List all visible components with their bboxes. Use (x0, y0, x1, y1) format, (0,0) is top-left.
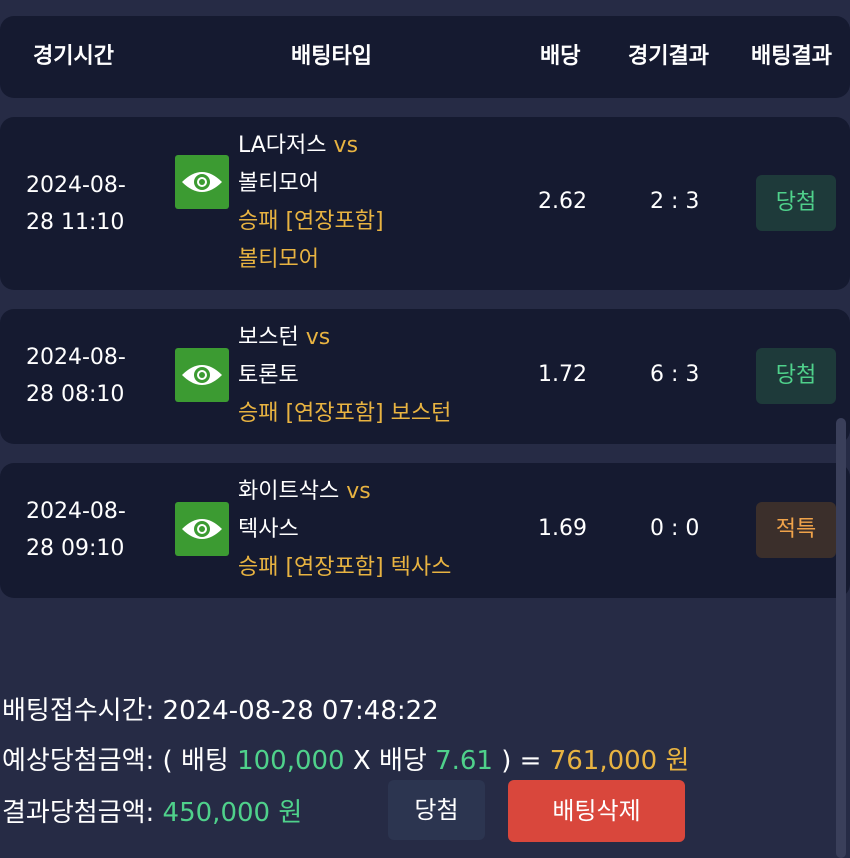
bet-row: 2024-08- 28 11:10 LA다저스 vs 볼티모어 승패 [연장포함… (0, 117, 850, 290)
open-paren: ( (162, 746, 173, 776)
status-badge: 당첨 (756, 175, 836, 231)
result-winnings-value: 450,000 원 (162, 798, 303, 828)
eye-icon (182, 519, 222, 539)
vs-label: vs (346, 479, 371, 504)
status-badge: 당첨 (756, 348, 836, 404)
bet-row: 2024-08- 28 08:10 보스턴 vs 토론토 승패 [연장포함] 보… (0, 309, 850, 444)
game-clock: 28 08:10 (26, 382, 125, 407)
away-team: 토론토 (238, 363, 299, 388)
view-detail-button[interactable] (175, 502, 229, 556)
odds-value: 1.69 (538, 516, 587, 541)
expected-winnings-line: 예상당첨금액: ( 배팅 100,000 X 배당 7.61 ) = 761,0… (2, 740, 689, 777)
status-badge: 적특 (756, 502, 836, 558)
header-odds: 배당 (540, 44, 581, 69)
bet-pick: 승패 [연장포함] 보스턴 (238, 401, 452, 426)
header-bet-type: 배팅타입 (291, 44, 372, 69)
expected-winnings-value: 761,000 원 (549, 746, 690, 776)
home-team: LA다저스 (238, 133, 327, 158)
game-date: 2024-08- (26, 173, 126, 198)
game-time: 2024-08- 28 08:10 (26, 339, 156, 413)
game-time: 2024-08- 28 11:10 (26, 167, 156, 241)
expected-winnings-label: 예상당첨금액: (2, 746, 155, 776)
bet-pick: 승패 [연장포함] (238, 209, 384, 234)
bet-details: 화이트삭스 vs 텍사스 승패 [연장포함] 텍사스 (238, 473, 451, 587)
away-team: 텍사스 (238, 517, 299, 542)
odds-value: 1.72 (538, 362, 587, 387)
home-team: 화이트삭스 (238, 479, 340, 504)
bet-amount-label: 배팅 (180, 746, 229, 776)
received-time-value: 2024-08-28 07:48:22 (162, 696, 439, 726)
result-winnings-line: 결과당첨금액: 450,000 원 (2, 792, 302, 829)
game-score: 2 : 3 (650, 189, 700, 214)
bet-pick: 승패 [연장포함] 텍사스 (238, 555, 452, 580)
game-score: 0 : 0 (650, 516, 700, 541)
bet-details: 보스턴 vs 토론토 승패 [연장포함] 보스턴 (238, 319, 451, 433)
table-header: 경기시간 배팅타입 배당 경기결과 배팅결과 (0, 16, 850, 98)
result-winnings-label: 결과당첨금액: (2, 798, 155, 828)
header-time: 경기시간 (33, 44, 114, 69)
delete-bet-button[interactable]: 배팅삭제 (508, 780, 685, 842)
view-detail-button[interactable] (175, 348, 229, 402)
eye-icon (182, 172, 222, 192)
total-odds-label: 배당 (378, 746, 427, 776)
header-game-result: 경기결과 (628, 44, 709, 69)
bet-amount-value: 100,000 (237, 746, 345, 776)
equals-sign: ) = (501, 746, 542, 776)
odds-value: 2.62 (538, 189, 587, 214)
eye-icon (182, 365, 222, 385)
bet-pick-team: 볼티모어 (238, 247, 319, 272)
game-clock: 28 11:10 (26, 210, 125, 235)
bet-details: LA다저스 vs 볼티모어 승패 [연장포함] 볼티모어 (238, 127, 384, 279)
game-score: 6 : 3 (650, 362, 700, 387)
vs-label: vs (333, 133, 359, 158)
game-clock: 28 09:10 (26, 536, 125, 561)
away-team: 볼티모어 (238, 171, 319, 196)
home-team: 보스턴 (238, 325, 299, 350)
bet-row: 2024-08- 28 09:10 화이트삭스 vs 텍사스 승패 [연장포함]… (0, 463, 850, 598)
game-date: 2024-08- (26, 345, 126, 370)
total-odds-value: 7.61 (435, 746, 493, 776)
received-time-line: 배팅접수시간: 2024-08-28 07:48:22 (2, 690, 439, 727)
received-time-label: 배팅접수시간: (2, 696, 155, 726)
win-button[interactable]: 당첨 (388, 780, 485, 840)
multiply-sign: X (352, 746, 371, 776)
scrollbar[interactable] (836, 418, 846, 858)
view-detail-button[interactable] (175, 155, 229, 209)
game-time: 2024-08- 28 09:10 (26, 493, 156, 567)
game-date: 2024-08- (26, 499, 126, 524)
header-bet-result: 배팅결과 (751, 44, 832, 69)
vs-label: vs (305, 325, 331, 350)
